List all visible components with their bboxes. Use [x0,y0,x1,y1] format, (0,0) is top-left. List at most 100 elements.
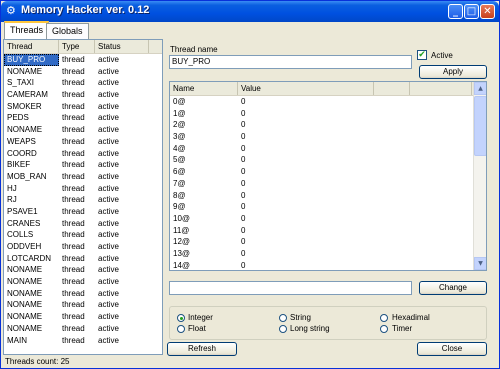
variables-scrollbar[interactable]: ▲ ▼ [473,82,486,270]
variable-name-cell: 14@ [173,260,191,270]
variable-rows: 0@ 0 1@ 0 2@ 0 3@ 0 4@ 0 5@ 0 6@ 0 7@ 0 8@ 0 9@ 0 10@ 0 11@ 0 12… [170,96,486,270]
thread-status-cell: active [98,253,119,263]
table-row[interactable]: CAMERAM thread active [4,89,162,101]
table-row[interactable]: ODDVEH thread active [4,241,162,253]
table-row[interactable]: S_TAXI thread active [4,77,162,89]
table-row[interactable]: 1@ 0 [170,108,486,120]
table-row[interactable]: NONAME thread active [4,264,162,276]
column-header-type[interactable]: Type [59,40,95,53]
thread-name-cell: BIKEF [7,160,31,170]
table-row[interactable]: PSAVE1 thread active [4,206,162,218]
table-row[interactable]: MOB_RAN thread active [4,171,162,183]
table-row[interactable]: 13@ 0 [170,248,486,260]
variable-name-cell: 10@ [173,213,191,223]
thread-type-cell: thread [62,230,85,240]
table-row[interactable]: NONAME thread active [4,311,162,323]
radio-long-string[interactable] [279,325,287,333]
table-row[interactable]: WEAPS thread active [4,136,162,148]
title-bar[interactable]: ⚙ Memory Hacker ver. 0.12 _ □ ✕ [1,1,499,22]
thread-name-cell: WEAPS [7,136,36,146]
radio-timer[interactable] [380,325,388,333]
table-row[interactable]: NONAME thread active [4,288,162,300]
thread-name-cell: NONAME [7,323,43,333]
table-row[interactable]: BIKEF thread active [4,159,162,171]
thread-status-cell: active [98,78,119,88]
thread-type-cell: thread [62,148,85,158]
active-label: Active [431,51,453,60]
table-row[interactable]: 8@ 0 [170,190,486,202]
table-row[interactable]: BUY_PRO thread active [4,54,162,66]
change-button[interactable]: Change [419,281,487,295]
table-row[interactable]: 11@ 0 [170,225,486,237]
minimize-icon: _ [453,6,458,17]
tab-threads[interactable]: Threads [4,21,50,40]
table-row[interactable]: NONAME thread active [4,124,162,136]
table-row[interactable]: NONAME thread active [4,299,162,311]
table-row[interactable]: 2@ 0 [170,119,486,131]
table-row[interactable]: 5@ 0 [170,154,486,166]
table-row[interactable]: HJ thread active [4,183,162,195]
thread-list[interactable]: Thread Type Status BUY_PRO thread active NO… [3,39,163,355]
table-row[interactable]: 3@ 0 [170,131,486,143]
table-row[interactable]: 0@ 0 [170,96,486,108]
thread-status-cell: active [98,101,119,111]
table-row[interactable]: CRANES thread active [4,218,162,230]
thread-type-cell: thread [62,101,85,111]
table-row[interactable]: NONAME thread active [4,66,162,78]
variable-name-cell: 3@ [173,132,186,142]
thread-list-header: Thread Type Status [4,40,162,54]
table-row[interactable]: NONAME thread active [4,276,162,288]
minimize-button[interactable]: _ [448,4,463,19]
value-input[interactable] [169,281,412,295]
window-title: Memory Hacker ver. 0.12 [21,4,150,16]
scroll-up-button[interactable]: ▲ [474,82,486,95]
radio-integer[interactable] [177,314,185,322]
table-row[interactable]: 10@ 0 [170,213,486,225]
table-row[interactable]: SMOKER thread active [4,101,162,113]
variable-value-cell: 0 [241,237,246,247]
thread-name-cell: NONAME [7,277,43,287]
active-checkbox[interactable]: ✔ [417,50,427,60]
table-row[interactable]: 14@ 0 [170,260,486,270]
column-header-status[interactable]: Status [95,40,149,53]
thread-status-cell: active [98,265,119,275]
scroll-thumb[interactable] [474,96,486,156]
thread-name-input[interactable]: BUY_PRO [169,55,412,69]
table-row[interactable]: RJ thread active [4,194,162,206]
radio-timer-label: Timer [392,324,413,333]
table-row[interactable]: 6@ 0 [170,166,486,178]
variables-grid-header: Name Value [170,82,486,96]
column-header-name[interactable]: Name [170,82,238,95]
variables-grid[interactable]: Name Value 0@ 0 1@ 0 2@ 0 3@ 0 4@ 0 5@ 0 6@ 0 7@ 0 8@ 0 9@… [169,81,487,271]
radio-string[interactable] [279,314,287,322]
table-row[interactable]: 12@ 0 [170,236,486,248]
apply-button[interactable]: Apply [419,65,487,79]
table-row[interactable]: COORD thread active [4,148,162,160]
close-window-button[interactable]: ✕ [480,4,495,19]
column-header-thread[interactable]: Thread [4,40,59,53]
refresh-button[interactable]: Refresh [167,342,237,356]
scroll-down-button[interactable]: ▼ [474,257,486,270]
maximize-button[interactable]: □ [464,4,479,19]
thread-name-cell: NONAME [7,125,43,135]
table-row[interactable]: 4@ 0 [170,143,486,155]
table-row[interactable]: MAIN thread active [4,335,162,347]
variable-name-cell: 6@ [173,167,186,177]
column-header-value[interactable]: Value [238,82,374,95]
table-row[interactable]: LOTCARDN thread active [4,253,162,265]
column-header-empty-2[interactable] [410,82,472,95]
arrow-up-icon: ▲ [478,85,483,92]
radio-hexadimal[interactable] [380,314,388,322]
value-type-group: Integer String Hexadimal Float Long stri… [169,306,487,340]
table-row[interactable]: COLLS thread active [4,229,162,241]
thread-name-cell: RJ [7,195,17,205]
tab-globals[interactable]: Globals [46,23,89,39]
close-button[interactable]: Close [417,342,487,356]
column-header-empty-1[interactable] [374,82,410,95]
table-row[interactable]: 7@ 0 [170,178,486,190]
table-row[interactable]: NONAME thread active [4,323,162,335]
radio-float[interactable] [177,325,185,333]
variable-value-cell: 0 [241,190,246,200]
table-row[interactable]: 9@ 0 [170,201,486,213]
table-row[interactable]: PEDS thread active [4,112,162,124]
